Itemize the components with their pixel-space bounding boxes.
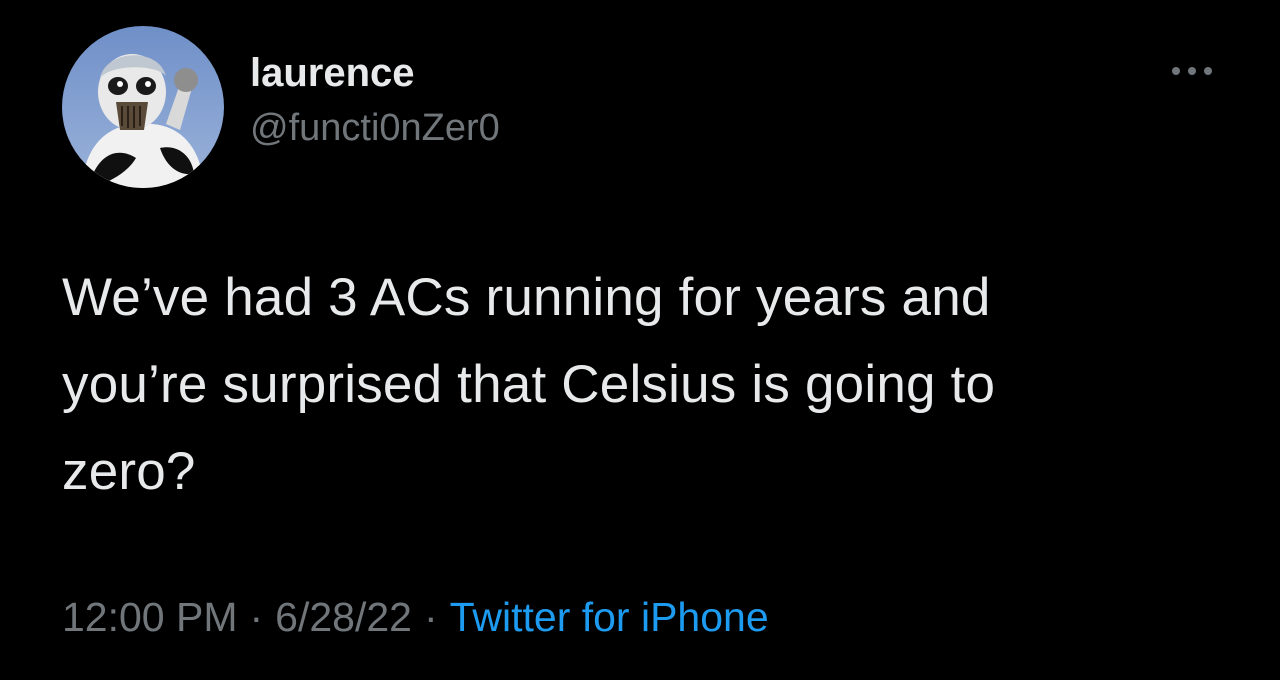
- display-name[interactable]: laurence: [250, 50, 500, 96]
- separator: ·: [423, 594, 438, 640]
- avatar[interactable]: [62, 26, 224, 188]
- separator: ·: [249, 594, 264, 640]
- tweet-time[interactable]: 12:00 PM: [62, 594, 238, 640]
- tweet: laurence @functi0nZer0 We’ve had 3 ACs r…: [0, 0, 1280, 680]
- tweet-text-line: zero?: [62, 442, 196, 501]
- tweet-source-link[interactable]: Twitter for iPhone: [450, 594, 769, 640]
- tweet-text-line: We’ve had 3 ACs running for years and: [62, 268, 991, 327]
- more-horizontal-icon: [1172, 67, 1212, 75]
- tweet-text: We’ve had 3 ACs running for years and yo…: [62, 254, 1232, 515]
- user-handle[interactable]: @functi0nZer0: [250, 106, 500, 150]
- avatar-image: [62, 26, 224, 188]
- more-options-button[interactable]: [1168, 58, 1220, 84]
- author-names: laurence @functi0nZer0: [250, 50, 500, 150]
- tweet-date[interactable]: 6/28/22: [275, 594, 412, 640]
- tweet-text-line: you’re surprised that Celsius is going t…: [62, 355, 996, 414]
- tweet-metadata: 12:00 PM · 6/28/22 · Twitter for iPhone: [62, 590, 769, 644]
